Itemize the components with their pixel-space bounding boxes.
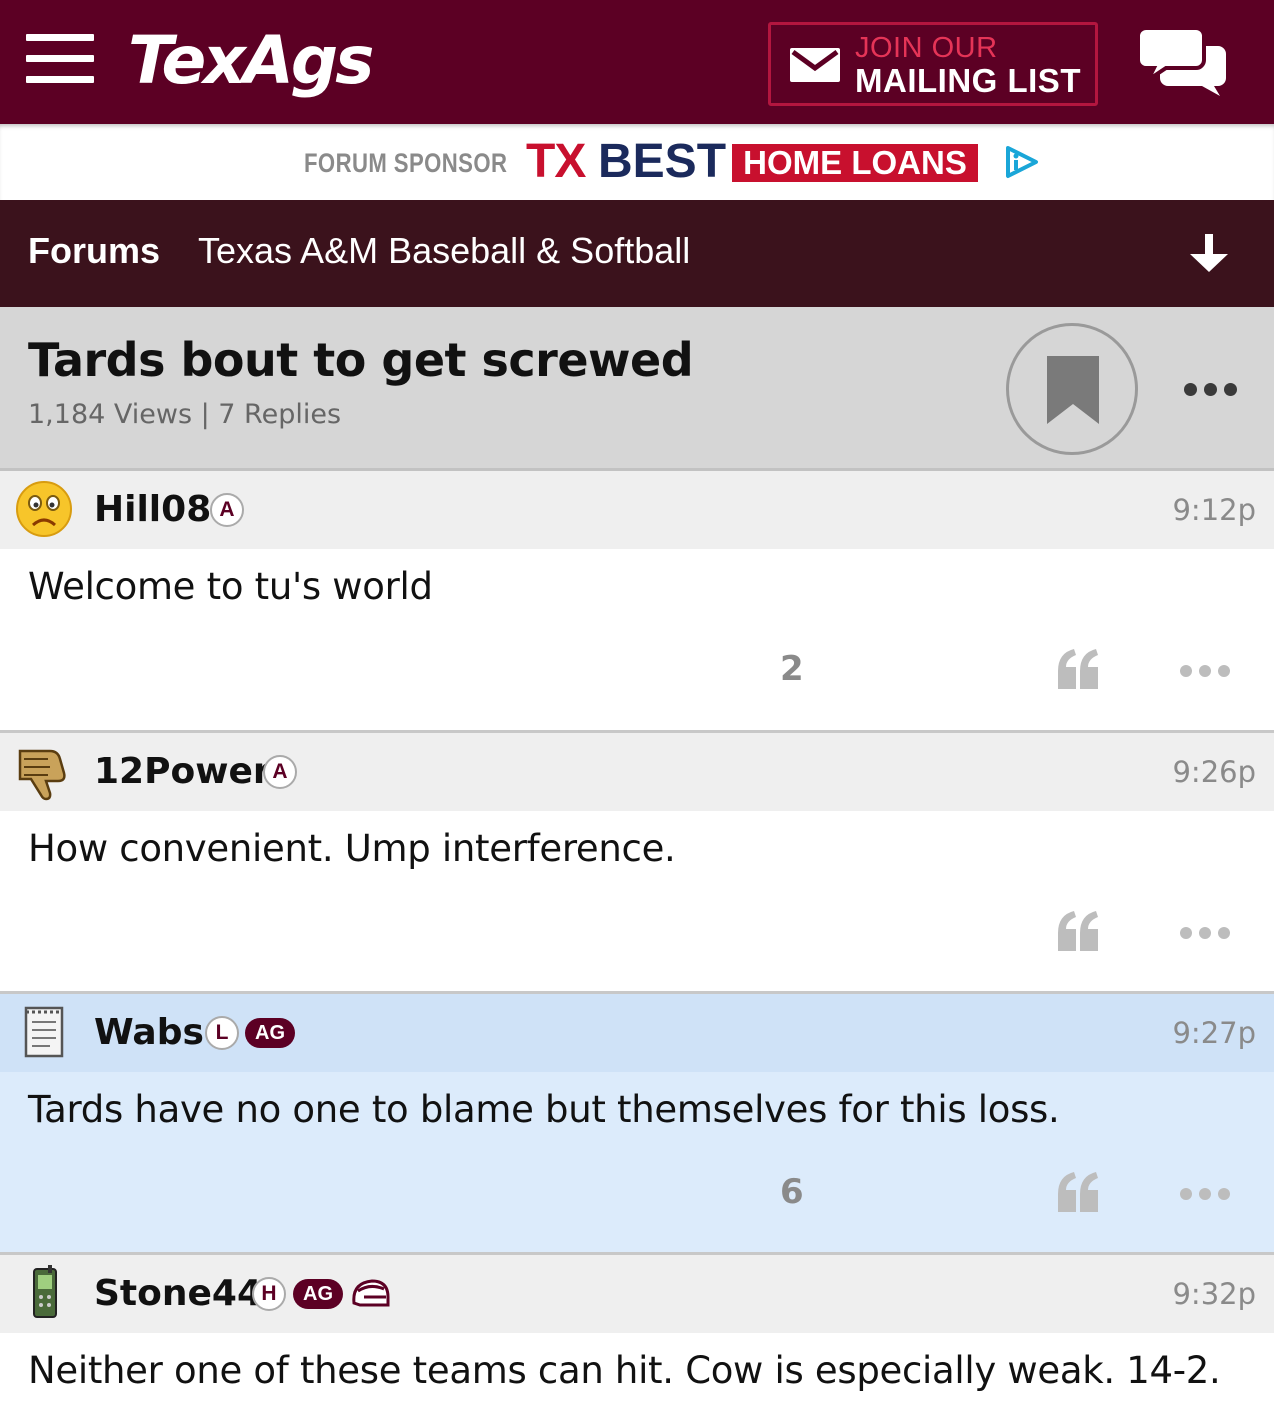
post-body: How convenient. Ump interference.	[0, 811, 1274, 992]
post-text: How convenient. Ump interference.	[28, 827, 676, 870]
post-header: Wabs L AG 9:27p	[0, 994, 1274, 1072]
sad-face-icon	[16, 481, 72, 537]
user-badge: L	[205, 1016, 239, 1050]
post-time: 9:32p	[1172, 1277, 1256, 1311]
thread-stats: 1,184 Views | 7 Replies	[28, 399, 342, 430]
thread-more-icon[interactable]	[1184, 383, 1238, 399]
site-logo[interactable]: TexAgs	[128, 22, 374, 100]
bookmark-button[interactable]	[1006, 323, 1138, 455]
forum-breadcrumb-bar: Forums Texas A&M Baseball & Softball	[0, 200, 1274, 307]
mailing-label-top: JOIN OUR	[855, 32, 998, 64]
username[interactable]: 12Power	[94, 751, 271, 792]
user-badge: A	[263, 755, 297, 789]
mail-icon	[790, 48, 840, 82]
post-more-icon[interactable]	[1180, 1188, 1230, 1200]
post-time: 9:26p	[1172, 755, 1256, 789]
user-badge-ag: AG	[245, 1018, 295, 1048]
post-body: Tards have no one to blame but themselve…	[0, 1072, 1274, 1253]
quote-icon[interactable]	[1056, 1172, 1100, 1212]
user-badge: A	[210, 493, 244, 527]
post-text: Tards have no one to blame but themselve…	[28, 1088, 1060, 1131]
post-text: Welcome to tu's world	[28, 565, 433, 608]
like-count[interactable]: 6	[780, 1172, 804, 1212]
post-body: Welcome to tu's world 2	[0, 549, 1274, 730]
chat-icon[interactable]	[1138, 26, 1226, 96]
sponsor-brand-tx: TX	[526, 135, 586, 188]
post-header: 12Power A 9:26p	[0, 733, 1274, 811]
top-header: TexAgs JOIN OUR MAILING LIST	[0, 0, 1274, 124]
menu-icon[interactable]	[26, 34, 94, 84]
bookmark-icon	[1047, 356, 1099, 424]
post-header: Stone44 H AG 9:32p	[0, 1255, 1274, 1333]
post-more-icon[interactable]	[1180, 927, 1230, 939]
thread-title: Tards bout to get screwed	[28, 333, 694, 387]
user-badge-ag: AG	[293, 1279, 343, 1309]
post-time: 9:27p	[1172, 1016, 1256, 1050]
post-time: 9:12p	[1172, 493, 1256, 527]
post-body: Neither one of these teams can hit. Cow …	[0, 1333, 1274, 1417]
username[interactable]: Stone44	[94, 1273, 262, 1314]
username[interactable]: Hill08	[94, 489, 211, 530]
mailing-list-button[interactable]: JOIN OUR MAILING LIST	[768, 22, 1098, 106]
user-badge: H	[252, 1277, 286, 1311]
arrow-down-icon[interactable]	[1188, 232, 1230, 274]
post-header: Hill08 A 9:12p	[0, 471, 1274, 549]
quote-icon[interactable]	[1056, 911, 1100, 951]
post-text: Neither one of these teams can hit. Cow …	[28, 1349, 1221, 1392]
thread-header: Tards bout to get screwed 1,184 Views | …	[0, 307, 1274, 471]
sponsor-brand-home-loans: HOME LOANS	[732, 144, 978, 182]
notepad-icon	[24, 1006, 64, 1058]
like-count[interactable]: 2	[780, 649, 804, 689]
sponsor-brand-best: BEST	[598, 135, 727, 188]
breadcrumb-board[interactable]: Texas A&M Baseball & Softball	[198, 230, 690, 272]
forum-sponsor-bar[interactable]: FORUM SPONSOR TX BEST HOME LOANS	[0, 124, 1274, 200]
thumbs-down-icon	[18, 749, 66, 801]
helmet-icon	[352, 1279, 390, 1307]
post-more-icon[interactable]	[1180, 665, 1230, 677]
sponsor-label: FORUM SPONSOR	[304, 148, 508, 178]
phone-icon	[33, 1265, 57, 1318]
username[interactable]: Wabs	[94, 1012, 204, 1053]
breadcrumb-forums[interactable]: Forums	[28, 230, 160, 272]
adchoices-icon[interactable]	[1002, 144, 1042, 180]
quote-icon[interactable]	[1056, 649, 1100, 689]
mailing-label-bottom: MAILING LIST	[855, 62, 1081, 99]
